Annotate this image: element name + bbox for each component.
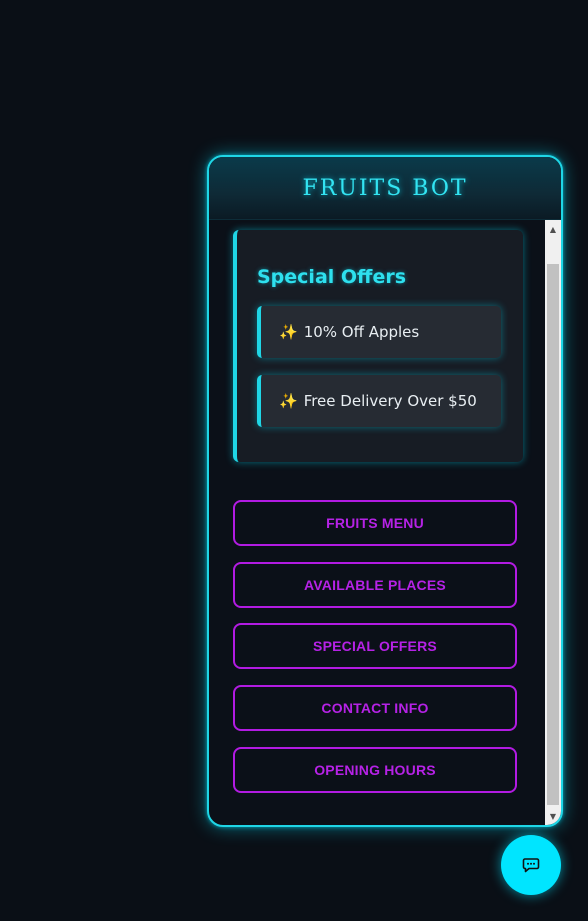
special-offers-title: Special Offers: [257, 266, 407, 288]
scroll-down-arrow-icon[interactable]: ▼: [545, 808, 561, 824]
special-offers-button[interactable]: SPECIAL OFFERS: [233, 623, 517, 669]
chat-body: Special Offers ✨ 10% Off Apples ✨ Free D…: [209, 220, 561, 825]
sparkles-icon: ✨: [279, 323, 298, 341]
scroll-up-arrow-icon[interactable]: ▲: [545, 221, 561, 237]
contact-info-button[interactable]: CONTACT INFO: [233, 685, 517, 731]
chat-toggle-button[interactable]: [501, 835, 561, 895]
chat-messages: Special Offers ✨ 10% Off Apples ✨ Free D…: [209, 220, 545, 825]
fruits-menu-button[interactable]: FRUITS MENU: [233, 500, 517, 546]
offer-text: Free Delivery Over $50: [303, 392, 477, 410]
chat-window: FRUITS BOT Special Offers ✨ 10% Off Appl…: [207, 155, 563, 827]
available-places-button[interactable]: AVAILABLE PLACES: [233, 562, 517, 608]
offer-item: ✨ Free Delivery Over $50: [257, 375, 501, 427]
chat-bubble-icon: [522, 858, 540, 873]
opening-hours-button[interactable]: OPENING HOURS: [233, 747, 517, 793]
chat-title: FRUITS BOT: [302, 175, 468, 201]
offer-text: 10% Off Apples: [303, 323, 420, 341]
scrollbar-thumb[interactable]: [547, 264, 559, 805]
sparkles-icon: ✨: [279, 392, 298, 410]
special-offers-card: Special Offers ✨ 10% Off Apples ✨ Free D…: [233, 230, 523, 462]
offer-item: ✨ 10% Off Apples: [257, 306, 501, 358]
scrollbar[interactable]: ▲ ▼: [545, 220, 561, 825]
chat-header: FRUITS BOT: [209, 157, 561, 220]
